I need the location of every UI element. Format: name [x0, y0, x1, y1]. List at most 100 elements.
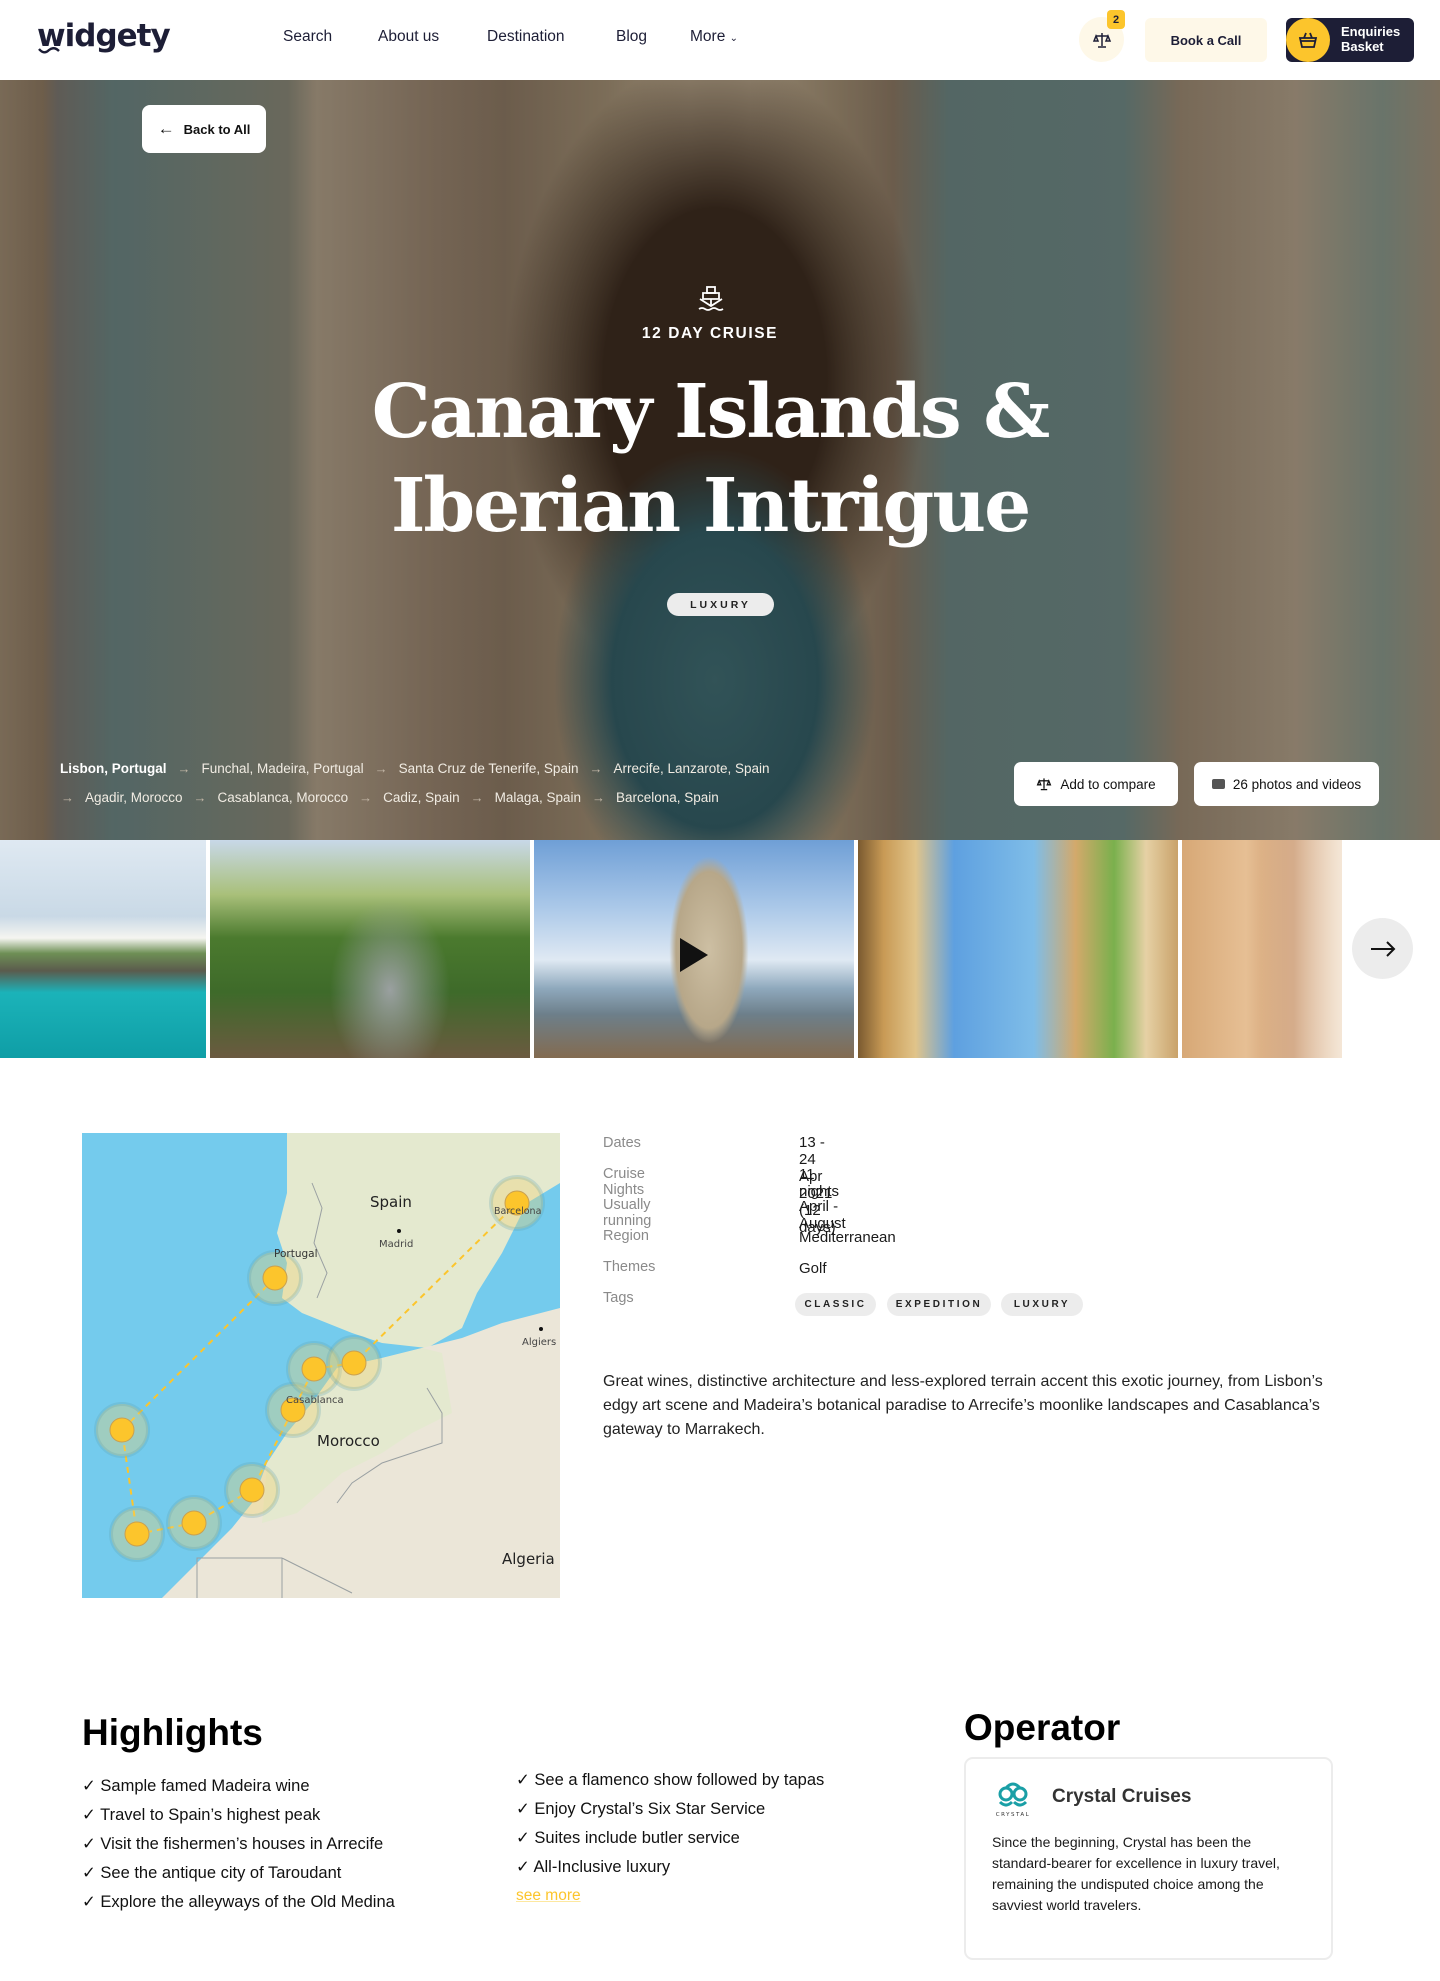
route-stop: Malaga, Spain: [494, 790, 581, 805]
gallery-photo[interactable]: [0, 840, 206, 1058]
add-to-compare-button[interactable]: Add to compare: [1014, 762, 1178, 806]
gallery-photo[interactable]: [858, 840, 1178, 1058]
detail-label: Usually running: [603, 1197, 652, 1229]
back-label: Back to All: [183, 121, 251, 137]
detail-value-themes: Golf: [799, 1260, 827, 1277]
map-label-algeria: Algeria: [502, 1550, 555, 1568]
route-stop: Casablanca, Morocco: [217, 790, 349, 805]
map-label-spain: Spain: [370, 1193, 412, 1211]
camera-icon: [1211, 779, 1225, 789]
crystal-logo-icon: CRYSTAL: [996, 1782, 1029, 1818]
route-arrow-icon: →: [374, 761, 388, 776]
nav-search[interactable]: Search: [283, 28, 332, 46]
algiers-dot: [539, 1327, 543, 1331]
basket-label-line2: Basket: [1341, 39, 1384, 54]
operator-card[interactable]: CRYSTAL Crystal Cruises Since the beginn…: [964, 1757, 1333, 1960]
nav-about-us[interactable]: About us: [378, 28, 439, 46]
map-stop-marker[interactable]: [181, 1510, 207, 1536]
highlight-item: ✓ Travel to Spain’s highest peak: [82, 1806, 321, 1824]
cruise-length: 12 DAY CRUISE: [641, 325, 779, 342]
map-label-barcelona: Barcelona: [494, 1206, 541, 1217]
map-label-morocco: Morocco: [317, 1432, 380, 1450]
madrid-dot: [397, 1229, 401, 1233]
map-canvas: Spain Madrid Portugal Barcelona Algiers …: [94, 1133, 560, 1598]
play-icon[interactable]: [680, 938, 708, 972]
photos-videos-button[interactable]: 26 photos and videos: [1194, 762, 1379, 806]
title-line-2: Iberian Intrigue: [390, 463, 1031, 549]
detail-label: Themes: [603, 1259, 656, 1275]
page-title: Canary Islands & Iberian Intrigue: [0, 365, 1420, 553]
land-iberia: [277, 1133, 560, 1348]
basket-label: Enquiries Basket: [1341, 24, 1400, 54]
photo-gallery: [0, 840, 1440, 1060]
tag-chip[interactable]: LUXURY: [1001, 1293, 1083, 1316]
highlights-col-2: ✓ See a flamenco show followed by tapas …: [516, 1770, 824, 1886]
nav-more[interactable]: More ⌄: [690, 28, 738, 46]
route-arrow-icon: →: [470, 790, 484, 805]
arrow-left-icon: ←: [157, 119, 175, 138]
see-more-link[interactable]: see more: [516, 1887, 581, 1905]
map-label-madrid: Madrid: [379, 1239, 413, 1250]
detail-label: Tags: [603, 1290, 634, 1306]
luxury-badge: LUXURY: [667, 593, 774, 616]
highlight-item: ✓ See the antique city of Taroudant: [82, 1864, 342, 1882]
highlights-col-1: ✓ Sample famed Madeira wine ✓ Travel to …: [82, 1776, 395, 1921]
map-label-portugal: Portugal: [274, 1248, 318, 1260]
hero-banner: ← Back to All 12 DAY CRUISE Canary Islan…: [0, 80, 1440, 840]
basket-icon: [1298, 32, 1318, 48]
compare-count-badge: 2: [1107, 10, 1125, 29]
route-stop: Funchal, Madeira, Portugal: [201, 761, 364, 776]
detail-label: Dates: [603, 1135, 641, 1151]
operator-name: Crystal Cruises: [1052, 1786, 1192, 1807]
map-stop-marker[interactable]: [109, 1417, 135, 1443]
map-stop-marker[interactable]: [239, 1477, 265, 1503]
route-stop: Agadir, Morocco: [85, 790, 183, 805]
highlight-item: ✓ Sample famed Madeira wine: [82, 1777, 310, 1795]
route-stop: Barcelona, Spain: [615, 790, 719, 805]
route-arrow-icon: →: [589, 761, 603, 776]
nav-blog[interactable]: Blog: [616, 28, 647, 46]
highlight-item: ✓ Suites include butler service: [516, 1829, 740, 1847]
map-label-casablanca: Casablanca: [286, 1395, 344, 1406]
route-map[interactable]: Spain Madrid Portugal Barcelona Algiers …: [82, 1133, 560, 1598]
site-header: widgety Search About us Destination Blog…: [0, 0, 1440, 80]
map-stop-marker[interactable]: [341, 1350, 367, 1376]
back-to-all-button[interactable]: ← Back to All: [142, 105, 266, 153]
trip-description: Great wines, distinctive architecture an…: [603, 1373, 1323, 1438]
map-stop-marker[interactable]: [301, 1356, 327, 1382]
enquiries-basket-button[interactable]: Enquiries Basket: [1286, 18, 1414, 62]
tag-chip[interactable]: EXPEDITION: [887, 1293, 991, 1316]
nav-destination[interactable]: Destination: [487, 28, 565, 46]
gallery-next-button[interactable]: [1352, 918, 1413, 979]
route-stop: Lisbon, Portugal: [60, 761, 167, 776]
scales-icon: [1092, 32, 1111, 48]
highlights-heading: Highlights: [82, 1712, 263, 1753]
tag-chip[interactable]: CLASSIC: [795, 1293, 876, 1316]
detail-value-region: Mediterranean: [799, 1229, 896, 1246]
map-stop-marker[interactable]: [124, 1521, 150, 1547]
map-stop-marker[interactable]: [262, 1265, 288, 1291]
detail-label: Cruise Nights: [603, 1166, 645, 1198]
map-label-algiers: Algiers: [522, 1337, 556, 1348]
route-row-1: Lisbon, Portugal → Funchal, Madeira, Portu…: [60, 761, 770, 776]
route-list: → Agadir, Morocco → Casablanca, Morocco → Cad…: [50, 790, 719, 805]
route-arrow-icon: →: [359, 790, 373, 805]
operator-description: Since the beginning, Crystal has been th…: [992, 1834, 1280, 1913]
route-stop: Arrecife, Lanzarote, Spain: [613, 761, 770, 776]
basket-label-line1: Enquiries: [1341, 24, 1401, 39]
arrow-right-icon: [1370, 940, 1395, 957]
route-arrow-icon: →: [193, 790, 207, 805]
book-a-call-button[interactable]: Book a Call: [1145, 18, 1267, 62]
nav-more-label: More: [690, 28, 726, 45]
highlight-item: ✓ Explore the alleyways of the Old Medin…: [82, 1893, 395, 1911]
ship-icon: [698, 286, 724, 311]
route-list: Lisbon, Portugal → Funchal, Madeira, Portu…: [60, 761, 770, 776]
highlight-item: ✓ See a flamenco show followed by tapas: [516, 1771, 825, 1789]
detail-value-nights: 11 nights: [799, 1166, 840, 1200]
scales-icon: [1036, 778, 1052, 791]
gallery-photo[interactable]: [210, 840, 530, 1058]
photos-videos-label: 26 photos and videos: [1232, 776, 1362, 792]
route-row-2: → Agadir, Morocco → Casablanca, Morocco → Cad…: [60, 790, 719, 805]
route-stop: Santa Cruz de Tenerife, Spain: [398, 761, 579, 776]
basket-icon-wrap: [1286, 18, 1330, 62]
